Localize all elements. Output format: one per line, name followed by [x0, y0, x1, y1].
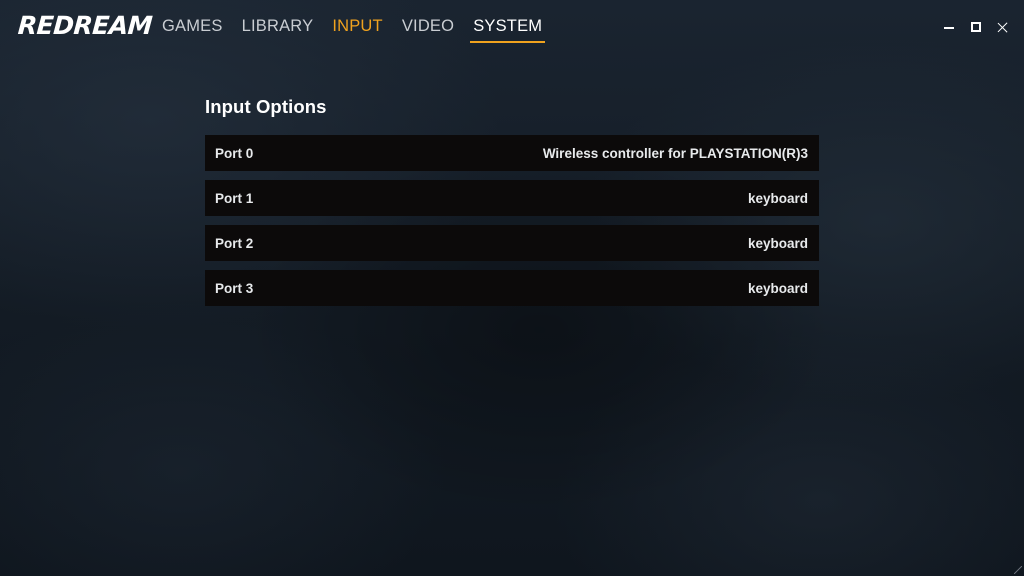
nav-tab-library[interactable]: LIBRARY — [242, 0, 314, 44]
minimize-button[interactable] — [935, 16, 962, 38]
close-icon — [997, 22, 1008, 33]
minimize-icon — [943, 26, 954, 29]
nav-tab-games[interactable]: GAMES — [162, 0, 223, 44]
option-row-port-1[interactable]: Port 1 keyboard — [205, 180, 819, 216]
nav-tab-input[interactable]: INPUT — [332, 0, 383, 44]
option-row-port-0[interactable]: Port 0 Wireless controller for PLAYSTATI… — [205, 135, 819, 171]
option-value: keyboard — [747, 190, 808, 206]
option-label: Port 3 — [215, 280, 254, 296]
top-bar: REDREAM GAMES LIBRARY INPUT VIDEO SYSTEM — [0, 0, 1024, 54]
maximize-icon — [970, 22, 981, 32]
close-button[interactable] — [989, 16, 1016, 38]
nav-tab-system[interactable]: SYSTEM — [470, 0, 546, 44]
option-row-port-2[interactable]: Port 2 keyboard — [205, 225, 819, 261]
resize-grip-icon[interactable] — [1014, 566, 1022, 574]
option-label: Port 2 — [215, 235, 254, 251]
window-controls — [935, 16, 1016, 38]
option-label: Port 1 — [215, 190, 254, 206]
input-options-panel: Input Options Port 0 Wireless controller… — [205, 96, 819, 315]
option-label: Port 0 — [215, 145, 254, 161]
panel-title: Input Options — [205, 96, 327, 117]
app-logo[interactable]: REDREAM — [17, 11, 153, 40]
option-row-port-3[interactable]: Port 3 keyboard — [205, 270, 819, 306]
option-value: Wireless controller for PLAYSTATION(R)3 — [542, 145, 808, 161]
nav-tab-video[interactable]: VIDEO — [402, 0, 454, 44]
main-nav: GAMES LIBRARY INPUT VIDEO SYSTEM — [162, 0, 561, 54]
option-value: keyboard — [747, 235, 808, 251]
maximize-button[interactable] — [962, 16, 989, 38]
option-value: keyboard — [747, 280, 808, 296]
